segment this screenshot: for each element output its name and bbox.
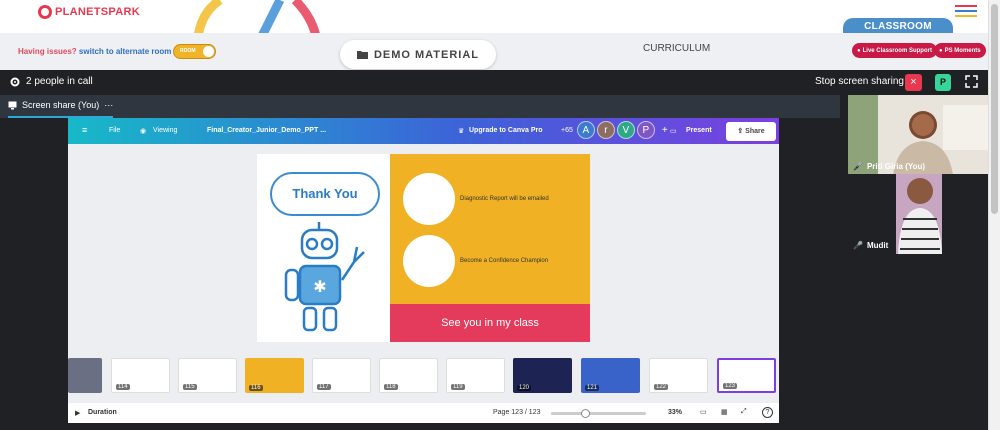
gear-icon [10, 77, 20, 86]
canva-toolbar: ≡ File ◉ Viewing Final_Creator_Junior_De… [68, 118, 779, 144]
duration-button[interactable]: Duration [88, 409, 117, 416]
slide-thumbnail[interactable]: 121 [581, 358, 640, 393]
hamburger-menu-icon[interactable] [955, 5, 977, 20]
header-subbar: Having issues? switch to alternate room … [0, 33, 1000, 70]
room-toggle[interactable]: ROOM [173, 44, 216, 59]
people-count[interactable]: 2 people in call [10, 76, 93, 87]
page-scrollbar[interactable] [988, 0, 1000, 430]
presenter-badge[interactable]: P [935, 74, 951, 91]
slide-point-1: Diagnostic Report will be emailed [460, 196, 549, 202]
grid-view-icon[interactable]: ▦ [721, 408, 728, 416]
viewing-eye-icon: ◉ [140, 128, 147, 135]
slide-thumbnail[interactable]: 119 [446, 358, 505, 393]
shared-canva-screen: ≡ File ◉ Viewing Final_Creator_Junior_De… [68, 118, 779, 423]
microphone-icon: 🎤 [853, 241, 863, 250]
avatar[interactable]: P [636, 121, 655, 139]
demo-material-label: DEMO MATERIAL [373, 48, 480, 61]
curriculum-tab[interactable]: CURRICULUM [643, 43, 710, 54]
switch-room-link[interactable]: switch to alternate room [79, 47, 171, 56]
current-slide: Thank You ✱ Diagnostic Report will be em… [257, 154, 590, 342]
ps-moments-button[interactable]: ● PS Moments [934, 43, 986, 58]
collaborator-avatars[interactable]: +65 A r V P + [561, 121, 668, 139]
scrollbar-thumb[interactable] [991, 4, 998, 214]
logo-icon [38, 5, 52, 19]
help-icon[interactable]: ? [762, 407, 773, 418]
ps-moments-label: PS Moments [944, 47, 981, 54]
share-label: Share [745, 128, 765, 135]
add-collaborator-icon[interactable]: + [662, 125, 668, 136]
slide-thumbnail[interactable]: 115 [178, 358, 237, 393]
participant-name-label: Mudit [866, 241, 889, 250]
slide-thumbnail[interactable]: 120 [513, 358, 572, 393]
screen-share-icon [8, 101, 17, 109]
screen-share-label: Screen share (You) [22, 100, 100, 110]
screen-share-tabs: Screen share (You) ··· [0, 95, 840, 118]
crown-robot-icon [403, 235, 455, 287]
viewing-label[interactable]: Viewing [153, 127, 177, 134]
file-menu[interactable]: File [109, 127, 120, 134]
slide-thumbnail[interactable]: 117 [312, 358, 371, 393]
slide-thumbnails: 114 115 116 117 118 119 120 121 122 123 [68, 358, 779, 393]
zoom-slider-handle[interactable] [581, 409, 590, 418]
avatar[interactable]: V [616, 121, 635, 139]
support-icon: ● [857, 47, 861, 54]
slide-thumbnail-current[interactable]: 123 [717, 358, 776, 393]
top-header: PLANETSPARK CLASSROOM Having issues? swi… [0, 0, 1000, 70]
slide-footer-text: See you in my class [390, 304, 590, 342]
live-support-label: Live Classroom Support [862, 47, 932, 54]
slide-thumbnail[interactable]: 116 [245, 358, 304, 393]
avatar[interactable]: A [576, 121, 595, 139]
issues-notice: Having issues? switch to alternate room [18, 47, 171, 56]
avatar[interactable]: r [596, 121, 615, 139]
live-support-button[interactable]: ● Live Classroom Support [852, 43, 937, 58]
document-title[interactable]: Final_Creator_Junior_Demo_PPT ... [207, 127, 326, 134]
more-options-icon[interactable]: ··· [104, 100, 113, 110]
fullscreen-icon[interactable]: ⤢ [741, 408, 747, 416]
upgrade-link[interactable]: Upgrade to Canva Pro [469, 127, 543, 134]
participant-tile-priti[interactable]: 🎤 Priti Giria (You) [848, 95, 988, 175]
slide-thumbnail[interactable]: 114 [111, 358, 170, 393]
participant-name: 🎤 Priti Giria (You) [853, 162, 925, 171]
planetspark-logo[interactable]: PLANETSPARK [38, 5, 140, 19]
page-view-icon[interactable]: ▭ [700, 408, 707, 416]
app-root: PLANETSPARK CLASSROOM Having issues? swi… [0, 0, 1000, 430]
demo-material-button[interactable]: DEMO MATERIAL [340, 40, 496, 69]
stop-sharing-close-icon[interactable]: × [905, 74, 922, 91]
slide-thumbnail[interactable]: 118 [379, 358, 438, 393]
participant-name-label: Priti Giria (You) [866, 162, 926, 171]
zoom-level[interactable]: 33% [668, 409, 682, 416]
canva-menu-icon[interactable]: ≡ [82, 125, 87, 135]
share-button[interactable]: ⇪ Share [726, 122, 776, 141]
tab-screen-share[interactable]: Screen share (You) ··· [8, 100, 113, 110]
issues-text: Having issues? [18, 47, 77, 56]
present-button[interactable]: Present [686, 127, 712, 134]
present-icon: ▭ [670, 128, 677, 135]
participant-name: 🎤 Mudit [853, 241, 888, 250]
robot-badge-icon [403, 173, 455, 225]
thank-you-bubble: Thank You [270, 172, 380, 216]
moments-icon: ● [939, 47, 943, 54]
room-toggle-label: ROOM [180, 48, 196, 54]
expand-icon[interactable] [965, 75, 978, 88]
microphone-icon: 🎤 [853, 162, 863, 171]
logo-text: PLANETSPARK [55, 6, 140, 18]
people-count-label: 2 people in call [26, 76, 93, 87]
crown-icon: ♛ [458, 128, 465, 135]
slide-point-2: Become a Confidence Champion [460, 258, 549, 264]
call-toolbar: 2 people in call Stop screen sharing × P [0, 70, 988, 95]
duration-icon: ▶ [75, 410, 81, 417]
extra-collaborators-count: +65 [561, 126, 573, 134]
page-indicator: Page 123 / 123 [493, 409, 541, 416]
participant-tile-mudit[interactable]: 🎤 Mudit [848, 174, 988, 254]
canva-footer: ▶ Duration Page 123 / 123 33% ▭ ▦ ⤢ ? [68, 403, 779, 423]
slide-thumbnail[interactable] [68, 358, 102, 393]
folder-icon [356, 51, 368, 59]
zoom-slider[interactable] [551, 409, 646, 418]
slide-thumbnail[interactable]: 122 [649, 358, 708, 393]
robot-illustration: ✱ [284, 222, 365, 332]
svg-text:✱: ✱ [313, 279, 326, 296]
share-icon: ⇪ [737, 128, 744, 135]
stop-sharing-label: Stop screen sharing [815, 76, 904, 87]
